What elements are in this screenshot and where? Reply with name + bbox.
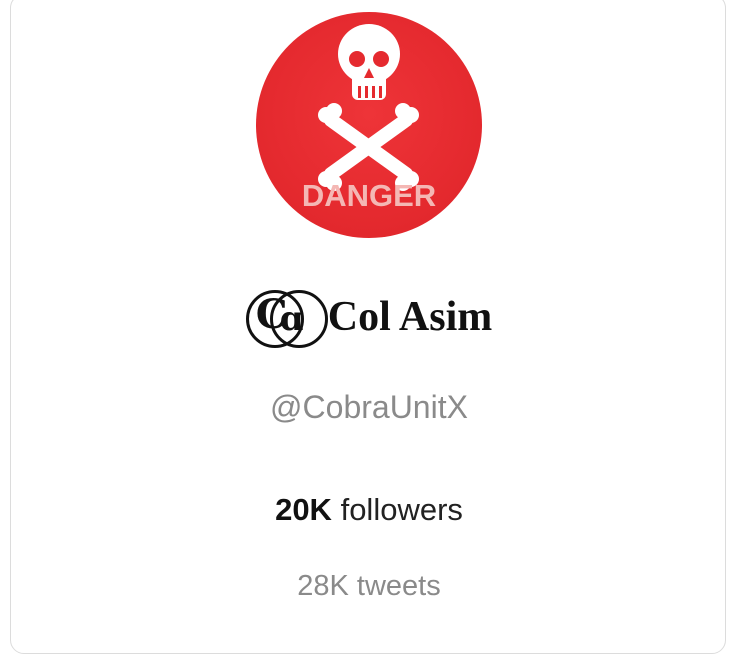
display-name: Col Asim [327,294,493,340]
display-name-row[interactable]: C ɑ Col Asim [0,282,738,352]
tweets-stat[interactable]: 28K tweets [0,570,738,603]
followers-stat[interactable]: 20K followers [0,492,738,528]
followers-count: 20K [275,492,332,527]
profile-avatar[interactable]: DANGER [256,12,482,238]
followers-label: followers [340,492,463,527]
avatar-danger-text: DANGER [301,178,437,213]
user-handle[interactable]: @CobraUnitX [0,389,738,426]
name-logo-icon: C ɑ [245,287,328,348]
